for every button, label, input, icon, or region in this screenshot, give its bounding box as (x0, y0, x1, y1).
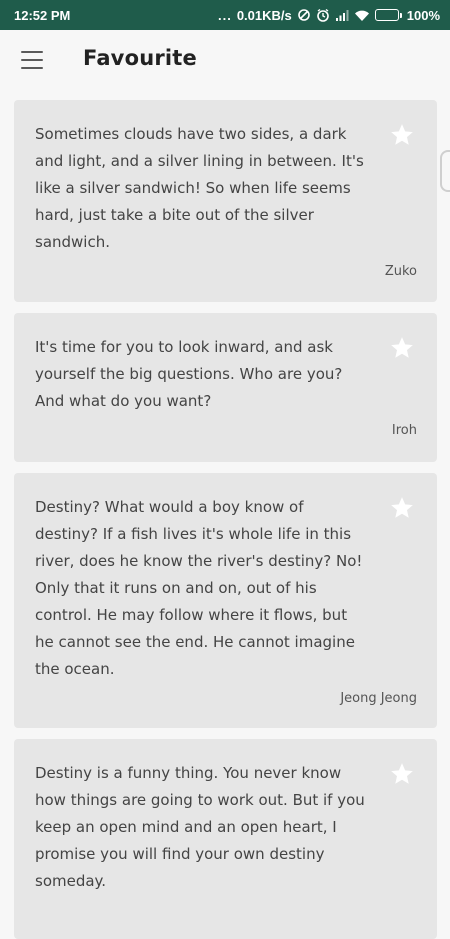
status-time: 12:52 PM (14, 7, 71, 23)
status-bar: 12:52 PM ... 0.01KB/s 100% (0, 0, 450, 30)
status-icons: ... 0.01KB/s 100% (218, 8, 440, 23)
wifi-icon (354, 9, 370, 22)
app-bar: Favourite (0, 30, 450, 92)
quote-text: Destiny? What would a boy know of destin… (35, 498, 363, 678)
quote-text: Sometimes clouds have two sides, a dark … (35, 125, 364, 251)
star-icon[interactable] (389, 122, 415, 148)
quote-card[interactable]: It's time for you to look inward, and as… (14, 313, 437, 462)
side-drawer-handle[interactable] (440, 150, 450, 192)
page-title: Favourite (83, 46, 197, 70)
battery-icon (374, 9, 402, 21)
quote-author: Zuko (384, 264, 417, 279)
star-icon[interactable] (389, 335, 415, 361)
star-icon[interactable] (389, 495, 415, 521)
quote-card[interactable]: Sometimes clouds have two sides, a dark … (14, 100, 437, 302)
network-speed: 0.01KB/s (236, 7, 292, 23)
alarm-icon (316, 8, 330, 22)
quote-card[interactable]: Destiny? What would a boy know of destin… (14, 473, 437, 728)
data-saver-icon (297, 8, 311, 22)
quote-list: Sometimes clouds have two sides, a dark … (14, 100, 437, 939)
notification-dots: ... (217, 7, 232, 23)
hamburger-menu-icon[interactable] (21, 51, 43, 69)
signal-icon (335, 9, 349, 22)
battery-percent: 100% (406, 7, 440, 23)
star-icon[interactable] (389, 761, 415, 787)
quote-card[interactable]: Destiny is a funny thing. You never know… (14, 739, 437, 939)
quote-author: Jeong Jeong (340, 691, 417, 706)
quote-text: Destiny is a funny thing. You never know… (35, 764, 365, 890)
quote-text: It's time for you to look inward, and as… (35, 338, 343, 410)
quote-author: Iroh (391, 423, 417, 438)
